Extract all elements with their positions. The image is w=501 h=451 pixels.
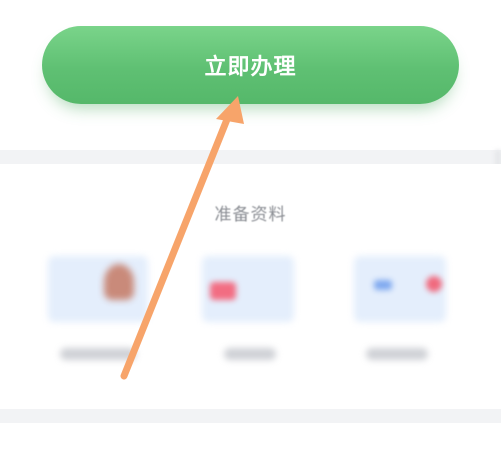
section-divider xyxy=(0,150,501,164)
red-card-icon xyxy=(210,282,236,300)
materials-section: 准备资料 xyxy=(0,164,501,409)
material-item[interactable] xyxy=(354,256,454,386)
location-pin-icon xyxy=(426,276,442,292)
page: 立即办理 准备资料 xyxy=(0,0,501,451)
next-card xyxy=(0,423,501,451)
material-label xyxy=(60,348,136,360)
material-label xyxy=(366,348,428,360)
section-divider-bottom xyxy=(0,409,501,423)
materials-title: 准备资料 xyxy=(214,205,287,225)
blue-marker-icon xyxy=(374,280,392,290)
material-item[interactable] xyxy=(202,256,302,386)
person-figure-icon xyxy=(104,264,134,300)
action-card: 立即办理 xyxy=(0,0,501,150)
apply-now-button[interactable]: 立即办理 xyxy=(42,26,459,104)
material-item[interactable] xyxy=(48,256,148,386)
material-label xyxy=(224,348,276,360)
